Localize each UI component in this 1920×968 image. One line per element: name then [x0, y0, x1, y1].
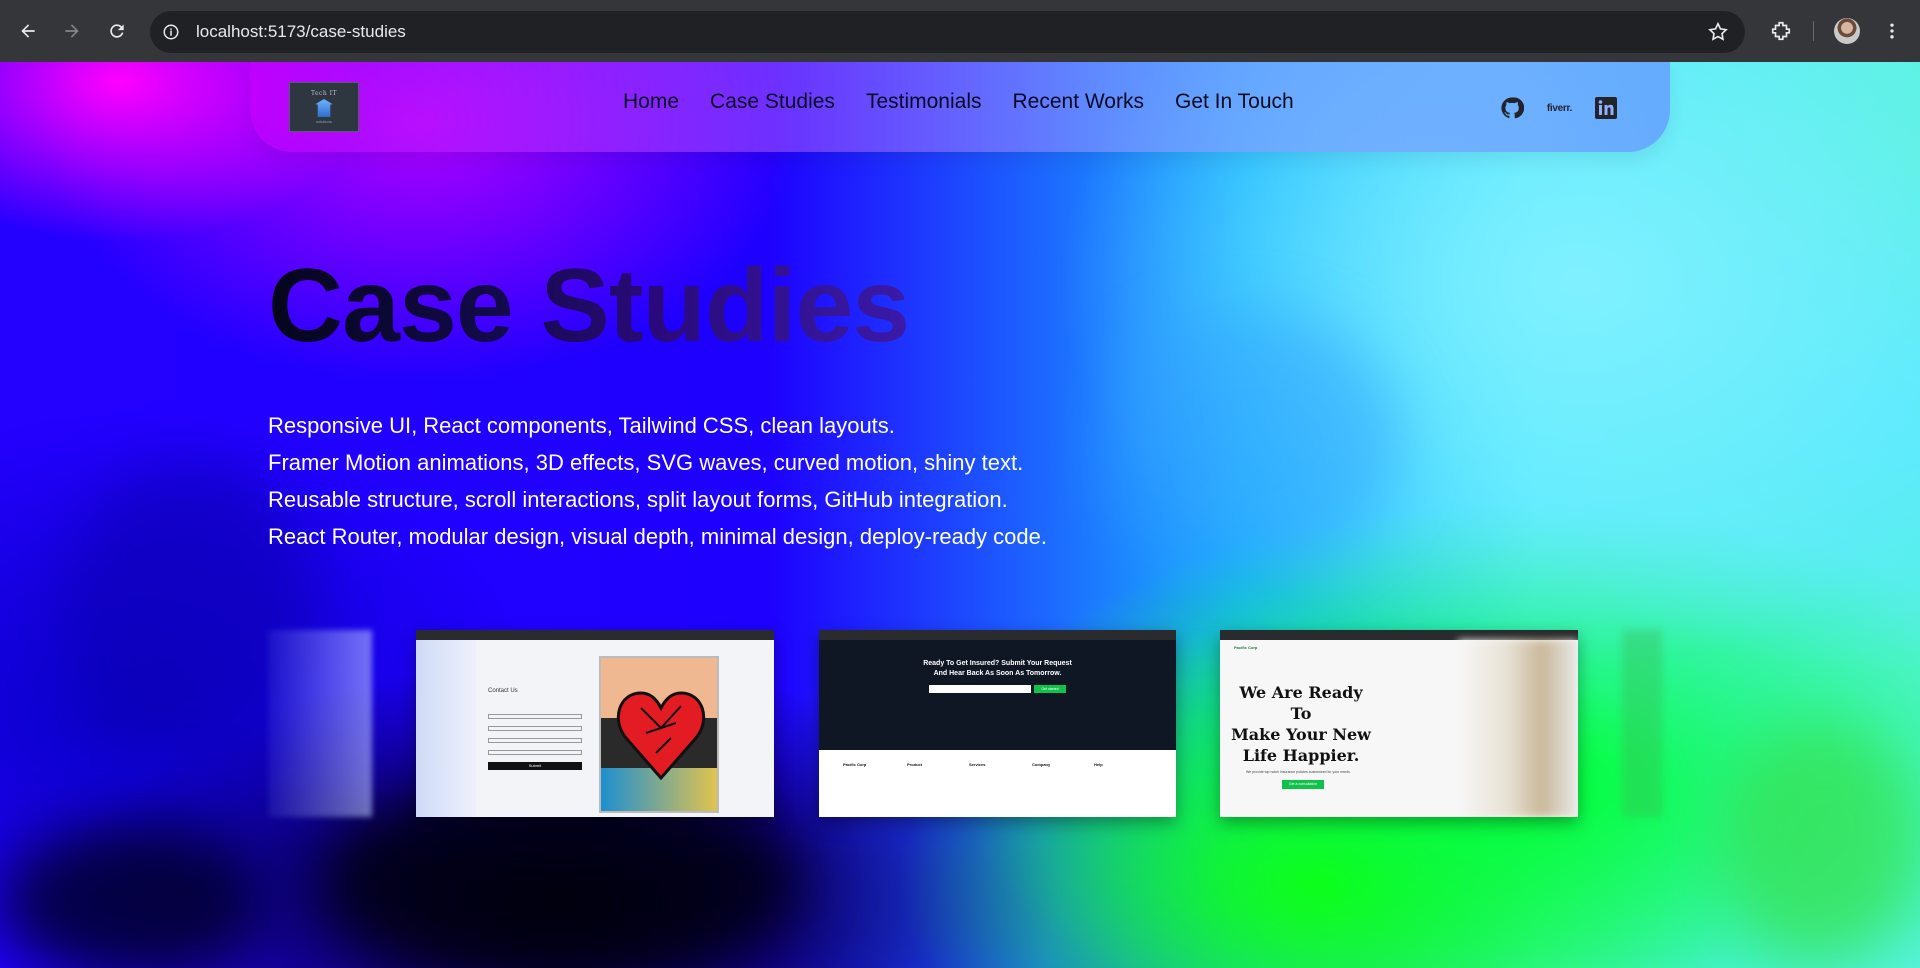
- github-icon[interactable]: [1499, 95, 1525, 121]
- heart-icon: [616, 691, 706, 781]
- back-button[interactable]: [13, 16, 43, 46]
- card-footer-col: Product: [907, 762, 923, 767]
- card-footer-col: Company: [1032, 762, 1051, 767]
- card-heading-line: Life Happier.: [1242, 746, 1360, 765]
- card-side-panel: [416, 640, 476, 817]
- menu-kebab-icon[interactable]: [1880, 16, 1904, 46]
- site-logo[interactable]: Tech IT solutions: [289, 82, 359, 132]
- extensions-icon[interactable]: [1766, 16, 1796, 46]
- profile-avatar[interactable]: [1834, 18, 1860, 44]
- url-text[interactable]: localhost:5173/case-studies: [196, 22, 406, 42]
- case-study-card[interactable]: Ready To Get Insured? Submit Your Reques…: [819, 630, 1176, 817]
- reload-icon: [110, 24, 124, 38]
- case-study-carousel: Contact Us Submit Ready To Get Insured? …: [0, 630, 1920, 830]
- card-browser-bar: [819, 630, 1176, 640]
- site-info-icon[interactable]: [160, 21, 182, 43]
- nav-home[interactable]: Home: [623, 90, 679, 114]
- case-study-card[interactable]: Pacific Corp We Are Ready To Make Your N…: [1220, 630, 1578, 817]
- card-cta-headline: And Hear Back As Soon As Tomorrow.: [933, 670, 1062, 677]
- hero-line: Responsive UI, React components, Tailwin…: [268, 413, 895, 438]
- linkedin-icon[interactable]: [1594, 96, 1618, 120]
- card-footer-col: Services: [969, 762, 986, 767]
- arrow-left-icon: [21, 24, 35, 38]
- case-study-card[interactable]: Contact Us Submit: [416, 630, 774, 817]
- page-title: Case Studies: [268, 248, 910, 364]
- card-brand: Pacific Corp: [1234, 645, 1258, 650]
- card-form-field: [488, 738, 582, 743]
- hero-description: Responsive UI, React components, Tailwin…: [268, 407, 1047, 555]
- card-heading: We Are Ready To Make Your New Life Happi…: [1220, 682, 1382, 766]
- logo-subtitle: solutions: [316, 119, 332, 124]
- card-browser-bar: [416, 630, 774, 640]
- bg-blot: [1100, 312, 1400, 572]
- card-form-field: [488, 726, 582, 731]
- toolbar-divider: [1813, 21, 1814, 41]
- arrow-right-icon: [65, 24, 79, 38]
- address-bar[interactable]: localhost:5173/case-studies: [150, 11, 1745, 53]
- bg-blot: [0, 822, 260, 968]
- card-cta-headline: Ready To Get Insured? Submit Your Reques…: [923, 660, 1072, 667]
- card-hero-image: [1458, 640, 1578, 817]
- logo-building-icon: [315, 99, 333, 117]
- forward-button[interactable]: [57, 16, 87, 46]
- logo-title: Tech IT: [310, 90, 338, 97]
- card-cta-button: Get a consultation: [1282, 780, 1324, 789]
- nav-case-studies[interactable]: Case Studies: [710, 90, 835, 114]
- card-footer-brand: Pacific Corp: [843, 762, 867, 767]
- card-subtext: We provide top notch insurance policies …: [1246, 770, 1351, 774]
- card-email-input: [929, 685, 1031, 693]
- main-nav: Home Case Studies Testimonials Recent Wo…: [623, 90, 1325, 114]
- hero-line: React Router, modular design, visual dep…: [268, 524, 1047, 549]
- browser-toolbar: localhost:5173/case-studies: [0, 0, 1920, 62]
- nav-recent-works[interactable]: Recent Works: [1012, 90, 1144, 114]
- card-heading-line: To: [1290, 704, 1312, 723]
- nav-get-in-touch[interactable]: Get In Touch: [1175, 90, 1294, 114]
- card-cta-button: Get started: [1034, 685, 1066, 693]
- card-browser-bar: [1220, 630, 1578, 640]
- card-heading-line: We Are Ready: [1239, 683, 1363, 702]
- card-form-field: [488, 750, 582, 755]
- card-submit-button: Submit: [488, 762, 582, 770]
- card-form-field: [488, 714, 582, 719]
- bookmark-star-icon[interactable]: [1707, 21, 1729, 43]
- social-links: fiverr.: [1499, 95, 1618, 121]
- hero-line: Reusable structure, scroll interactions,…: [268, 487, 1008, 512]
- reload-button[interactable]: [102, 16, 132, 46]
- browser-chrome: localhost:5173/case-studies: [0, 0, 1920, 62]
- card-heading-line: Make Your New: [1231, 725, 1371, 744]
- card-footer: Pacific Corp Product Services Company He…: [819, 750, 1176, 817]
- card-form-title: Contact Us: [488, 688, 518, 694]
- site-navbar: Tech IT solutions Home Case Studies Test…: [250, 62, 1670, 152]
- card-heart-art: [599, 656, 719, 813]
- card-footer-col: Help: [1094, 762, 1103, 767]
- page-viewport: Tech IT solutions Home Case Studies Test…: [0, 62, 1920, 968]
- case-study-card-faded[interactable]: [1622, 630, 1662, 817]
- hero-line: Framer Motion animations, 3D effects, SV…: [268, 450, 1024, 475]
- nav-testimonials[interactable]: Testimonials: [866, 90, 982, 114]
- case-study-card-faded[interactable]: [268, 630, 372, 817]
- fiverr-icon[interactable]: fiverr.: [1547, 103, 1572, 114]
- fiverr-wordmark: fiverr.: [1546, 102, 1572, 114]
